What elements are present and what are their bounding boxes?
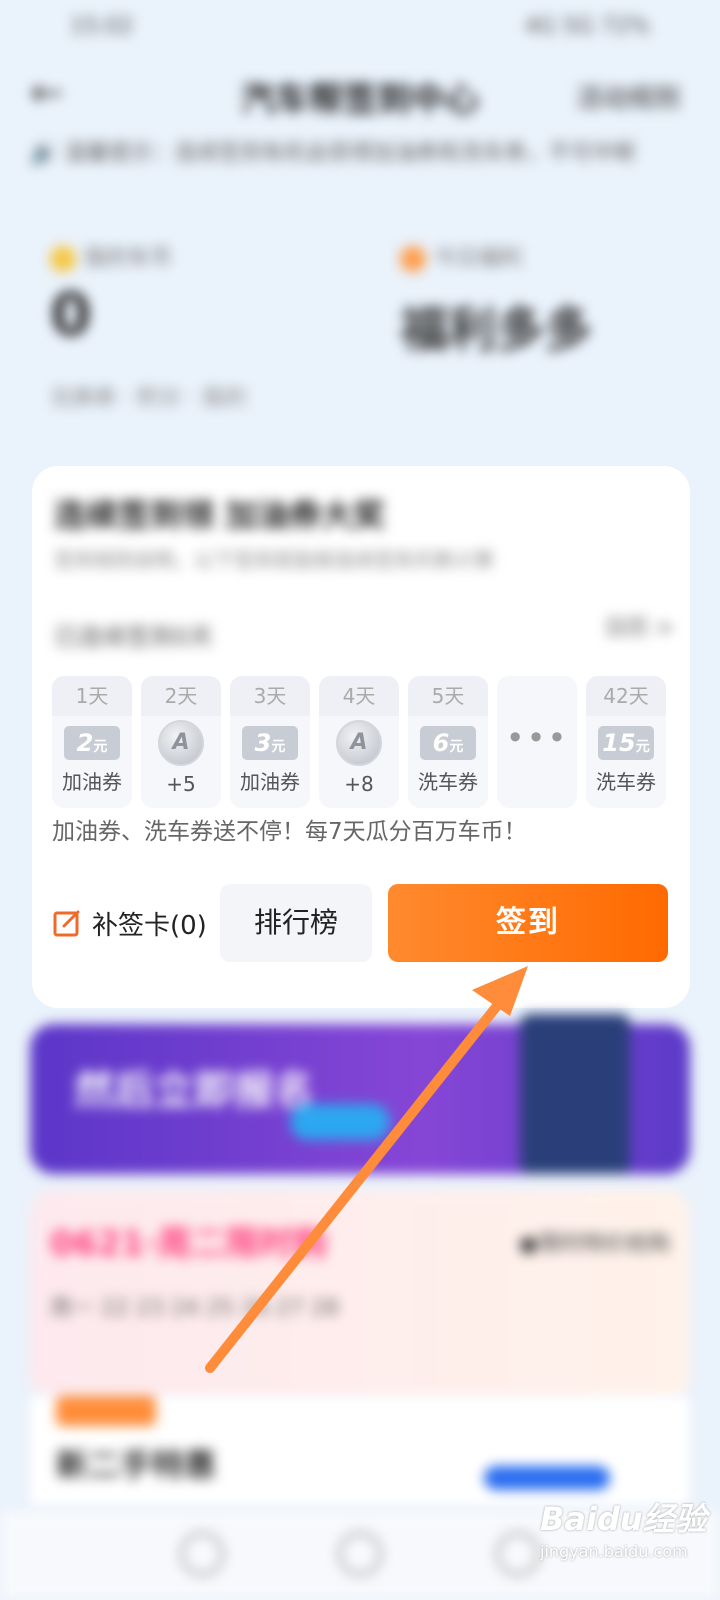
watermark-brand: Baidu经验: [540, 1500, 707, 1538]
notice-icon: 🔊: [30, 141, 65, 166]
sale-title: 0621·周二限时购: [50, 1224, 328, 1264]
sale-right[interactable]: ●限时特价抢购: [519, 1226, 670, 1258]
banner-image: [520, 1014, 630, 1174]
reward-day-more: •••: [497, 676, 577, 808]
home-tab-icon[interactable]: [180, 1532, 224, 1576]
day-label: 42天: [586, 676, 666, 716]
plan-label-row: 今日福利: [400, 240, 522, 272]
coins-value: 0: [50, 280, 92, 350]
stats-links[interactable]: 兑换券 · 积分 · 我的: [50, 380, 246, 412]
coins-label-row: 我的车币: [50, 240, 172, 272]
reward-day-3: 3天 3元 加油券: [230, 676, 310, 808]
reward-label: 加油券: [62, 770, 122, 794]
promo-banner[interactable]: 然后立即报名: [30, 1014, 690, 1174]
day-label: 1天: [52, 676, 132, 716]
leaderboard-button[interactable]: 排行榜: [220, 884, 372, 962]
streak-text: 已连续签到0天: [54, 623, 214, 651]
reward-label: 洗车券: [418, 770, 478, 794]
coin-icon: [50, 246, 76, 272]
reward-day-42: 42天 15元 洗车券: [586, 676, 666, 808]
feed-title: 新二手特惠: [56, 1446, 217, 1484]
reward-label: +8: [344, 772, 374, 796]
makeup-label: 补签卡(0): [92, 910, 207, 941]
reward-label: 加油券: [240, 770, 300, 794]
gift-icon: [400, 246, 426, 272]
reward-day-1: 1天 2元 加油券: [52, 676, 132, 808]
day-label: 2天: [141, 676, 221, 716]
makeup-card-button[interactable]: 补签卡(0): [52, 884, 207, 962]
signin-card: 连续签到领 加油券大奖 签到规则说明，以下签到奖励按连续签到天数计算 已连续签到…: [32, 466, 690, 1008]
card-header: 连续签到领 加油券大奖 签到规则说明，以下签到奖励按连续签到天数计算 已连续签到…: [54, 490, 674, 651]
day-label: 5天: [408, 676, 488, 716]
fuel-ticket-icon: 2元: [64, 726, 120, 760]
card-subtitle: 签到规则说明，以下签到奖励按连续签到天数计算: [54, 548, 494, 572]
day-label: 4天: [319, 676, 399, 716]
feed-button[interactable]: [484, 1466, 610, 1490]
header: ← 汽车帮签到中心 活动规则: [0, 60, 720, 130]
status-bar: 15:02 4G 5G 72%: [0, 0, 720, 50]
feed-item[interactable]: 新二手特惠: [30, 1396, 690, 1506]
day-label: 3天: [230, 676, 310, 716]
coin-icon: A: [336, 720, 382, 766]
profile-tab-icon[interactable]: [496, 1532, 540, 1576]
notice-bar: 🔊 温馨提示：连续签到有机会获得加油券和洗车券，不可中断: [30, 135, 690, 185]
wash-ticket-icon: 15元: [598, 726, 654, 760]
plan-value: 福利多多: [400, 302, 593, 358]
edit-icon: [53, 910, 80, 937]
fuel-ticket-icon: 3元: [242, 726, 298, 760]
stats-panel: 我的车币 0 今日福利 福利多多 兑换券 · 积分 · 我的: [50, 230, 690, 430]
baidu-watermark: Baidu经验 jingyan.baidu.com: [540, 1494, 710, 1574]
status-time: 15:02: [70, 14, 134, 39]
ellipsis-icon: •••: [505, 719, 569, 757]
wash-ticket-icon: 6元: [420, 726, 476, 760]
plan-label: 今日福利: [434, 246, 523, 271]
reward-days: 1天 2元 加油券 2天 A +5 3天 3元 加油券 4天 A +8 5天 6…: [52, 676, 670, 808]
coins-label: 我的车币: [84, 246, 173, 271]
discover-tab-icon[interactable]: [338, 1532, 382, 1576]
coin-icon: A: [158, 720, 204, 766]
flash-sale-section: 0621·周二限时购 ●限时特价抢购 周一 22 23 24 25 26 27 …: [30, 1190, 690, 1400]
rules-link[interactable]: 活动规则: [576, 78, 680, 115]
reward-label: 洗车券: [596, 770, 656, 794]
reward-day-4: 4天 A +8: [319, 676, 399, 808]
signin-button[interactable]: 签到: [388, 884, 668, 962]
sale-dates[interactable]: 周一 22 23 24 25 26 27 28: [50, 1290, 670, 1370]
reward-label: +5: [166, 772, 196, 796]
watermark-url: jingyan.baidu.com: [540, 1542, 688, 1561]
status-icons: 4G 5G 72%: [525, 14, 650, 39]
reward-day-2: 2天 A +5: [141, 676, 221, 808]
banner-title: 然后立即报名: [74, 1068, 314, 1114]
calendar-link[interactable]: 日历 >: [605, 610, 674, 642]
feed-tag: [56, 1396, 156, 1426]
banner-button[interactable]: [290, 1104, 390, 1140]
reward-day-5: 5天 6元 洗车券: [408, 676, 488, 808]
promo-text: 加油券、洗车券送不停！每7天瓜分百万车币！: [52, 819, 527, 845]
card-title: 连续签到领 加油券大奖: [54, 496, 386, 534]
notice-text: 温馨提示：连续签到有机会获得加油券和洗车券，不可中断: [64, 141, 637, 166]
